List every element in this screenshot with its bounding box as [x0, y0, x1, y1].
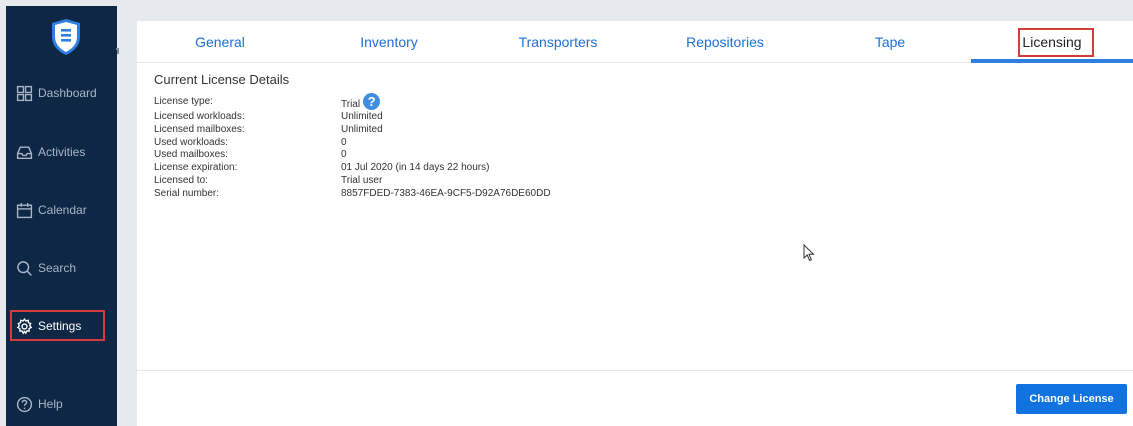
help-badge-icon[interactable]: ?	[363, 93, 381, 110]
detail-value: 01 Jul 2020 (in 14 days 22 hours)	[341, 162, 490, 174]
detail-row: Licensed to: Trial user	[154, 174, 382, 188]
license-details: Current License Details License type: Tr…	[154, 72, 551, 201]
tab-repositories[interactable]: Repositories	[641, 21, 809, 63]
calendar-icon	[16, 202, 33, 218]
detail-key: Licensed mailboxes:	[154, 123, 245, 135]
detail-key: License expiration:	[154, 162, 238, 174]
detail-key: Serial number:	[154, 187, 220, 199]
detail-row: Used workloads: 0	[154, 136, 347, 150]
detail-row: Serial number: 8857FDED-7383-46EA-9CF5-D…	[154, 187, 551, 201]
detail-row: Licensed workloads: Unlimited	[154, 111, 383, 124]
dashboard-icon	[16, 85, 33, 101]
detail-value: 0	[341, 136, 347, 148]
search-icon	[17, 260, 32, 276]
active-tab-indicator	[971, 59, 1133, 63]
sidebar-item-label: Help	[38, 397, 63, 411]
sidebar-item-label: Search	[38, 261, 77, 275]
sidebar-item-activities[interactable]: Activities	[16, 137, 85, 167]
tab-general[interactable]: General	[137, 21, 303, 63]
sidebar-item-label: Calendar	[38, 203, 87, 217]
tab-tape[interactable]: Tape	[809, 21, 971, 63]
app-logo-icon[interactable]	[50, 18, 82, 56]
change-license-button[interactable]: Change License	[1016, 384, 1127, 414]
settings-tabs: General Inventory Transporters Repositor…	[137, 21, 1133, 63]
detail-value: 0	[341, 149, 347, 161]
section-title: Current License Details	[154, 72, 290, 87]
tab-transporters[interactable]: Transporters	[475, 21, 641, 63]
detail-value: Unlimited	[341, 111, 383, 122]
settings-panel: General Inventory Transporters Repositor…	[137, 21, 1133, 426]
detail-key: Licensed workloads:	[154, 111, 245, 122]
detail-row: License expiration: 01 Jul 2020 (in 14 d…	[154, 162, 489, 175]
inbox-icon	[16, 145, 33, 159]
detail-value: Unlimited	[341, 123, 383, 135]
sidebar-item-calendar[interactable]: Calendar	[16, 195, 87, 225]
detail-key: License type:	[154, 96, 213, 107]
detail-value: 8857FDED-7383-46EA-9CF5-D92A76DE60DD	[341, 187, 551, 199]
sidebar: Dashboard Activities Calendar Search Set…	[6, 6, 119, 426]
footer-divider	[137, 370, 1133, 371]
detail-row: Used mailboxes: 0	[154, 149, 347, 162]
detail-key: Used mailboxes:	[154, 149, 228, 161]
detail-row: Licensed mailboxes: Unlimited	[154, 123, 383, 137]
mouse-cursor-icon	[803, 244, 815, 262]
license-type-value: Trial	[341, 99, 361, 111]
sidebar-item-label: Dashboard	[38, 86, 97, 100]
settings-highlight-box	[10, 310, 105, 341]
sidebar-item-help[interactable]: Help	[16, 389, 63, 419]
detail-value: Trial user	[341, 174, 383, 186]
detail-key: Used workloads:	[154, 136, 228, 148]
help-icon	[16, 396, 33, 412]
app-frame: Dashboard Activities Calendar Search Set…	[0, 0, 1133, 426]
sidebar-item-label: Activities	[38, 145, 86, 159]
collapse-corner-icon[interactable]	[116, 48, 119, 54]
licensing-highlight-box	[1018, 28, 1094, 57]
sidebar-item-dashboard[interactable]: Dashboard	[16, 78, 97, 108]
tab-inventory[interactable]: Inventory	[303, 21, 475, 63]
detail-row: License type: Trial?	[154, 91, 381, 111]
sidebar-item-search[interactable]: Search	[16, 253, 76, 283]
detail-key: Licensed to:	[154, 174, 208, 186]
